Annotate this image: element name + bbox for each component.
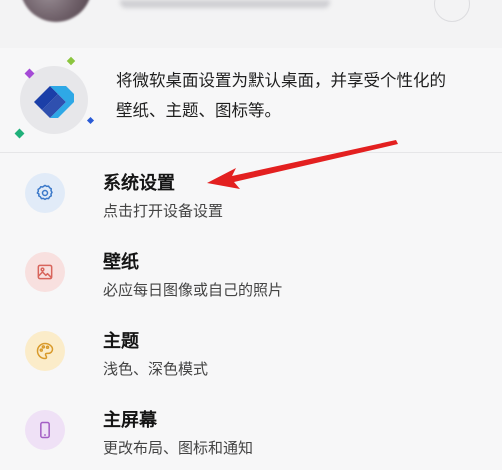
item-subtitle: 更改布局、图标和通知: [103, 439, 254, 457]
settings-item-home-screen[interactable]: 主屏幕 更改布局、图标和通知: [0, 390, 502, 469]
item-title: 主题: [103, 331, 139, 352]
banner-text: 将微软桌面设置为默认桌面，并享受个性化的 壁纸、主题、图标等。: [116, 66, 476, 126]
banner-line-1: 将微软桌面设置为默认桌面，并享受个性化的: [116, 71, 446, 90]
settings-item-theme[interactable]: 主题 浅色、深色模式: [0, 311, 502, 390]
item-subtitle: 点击打开设备设置: [103, 202, 224, 220]
settings-item-wallpaper[interactable]: 壁纸 必应每日图像或自己的照片: [0, 232, 502, 311]
item-title: 主屏幕: [103, 410, 157, 431]
avatar[interactable]: [20, 0, 92, 22]
image-icon: [25, 252, 65, 292]
launcher-logo: [14, 56, 95, 139]
item-title: 系统设置: [103, 173, 175, 194]
banner-line-2: 壁纸、主题、图标等。: [116, 101, 281, 120]
item-subtitle: 必应每日图像或自己的照片: [103, 281, 284, 299]
item-subtitle: 浅色、深色模式: [103, 360, 209, 378]
settings-item-system[interactable]: 系统设置 点击打开设备设置: [0, 153, 502, 232]
header-action[interactable]: [434, 0, 470, 22]
palette-icon: [25, 331, 65, 371]
profile-header[interactable]: [0, 0, 502, 48]
phone-icon: [25, 410, 65, 450]
profile-name: [120, 0, 330, 8]
settings-list: 系统设置 点击打开设备设置 壁纸 必应每日图像或自己的照片 主题 浅色、深色模式: [0, 153, 502, 469]
gear-icon: [25, 173, 65, 213]
set-default-launcher-banner[interactable]: 将微软桌面设置为默认桌面，并享受个性化的 壁纸、主题、图标等。: [0, 48, 502, 152]
item-title: 壁纸: [103, 252, 139, 273]
microsoft-launcher-icon: [34, 86, 74, 118]
